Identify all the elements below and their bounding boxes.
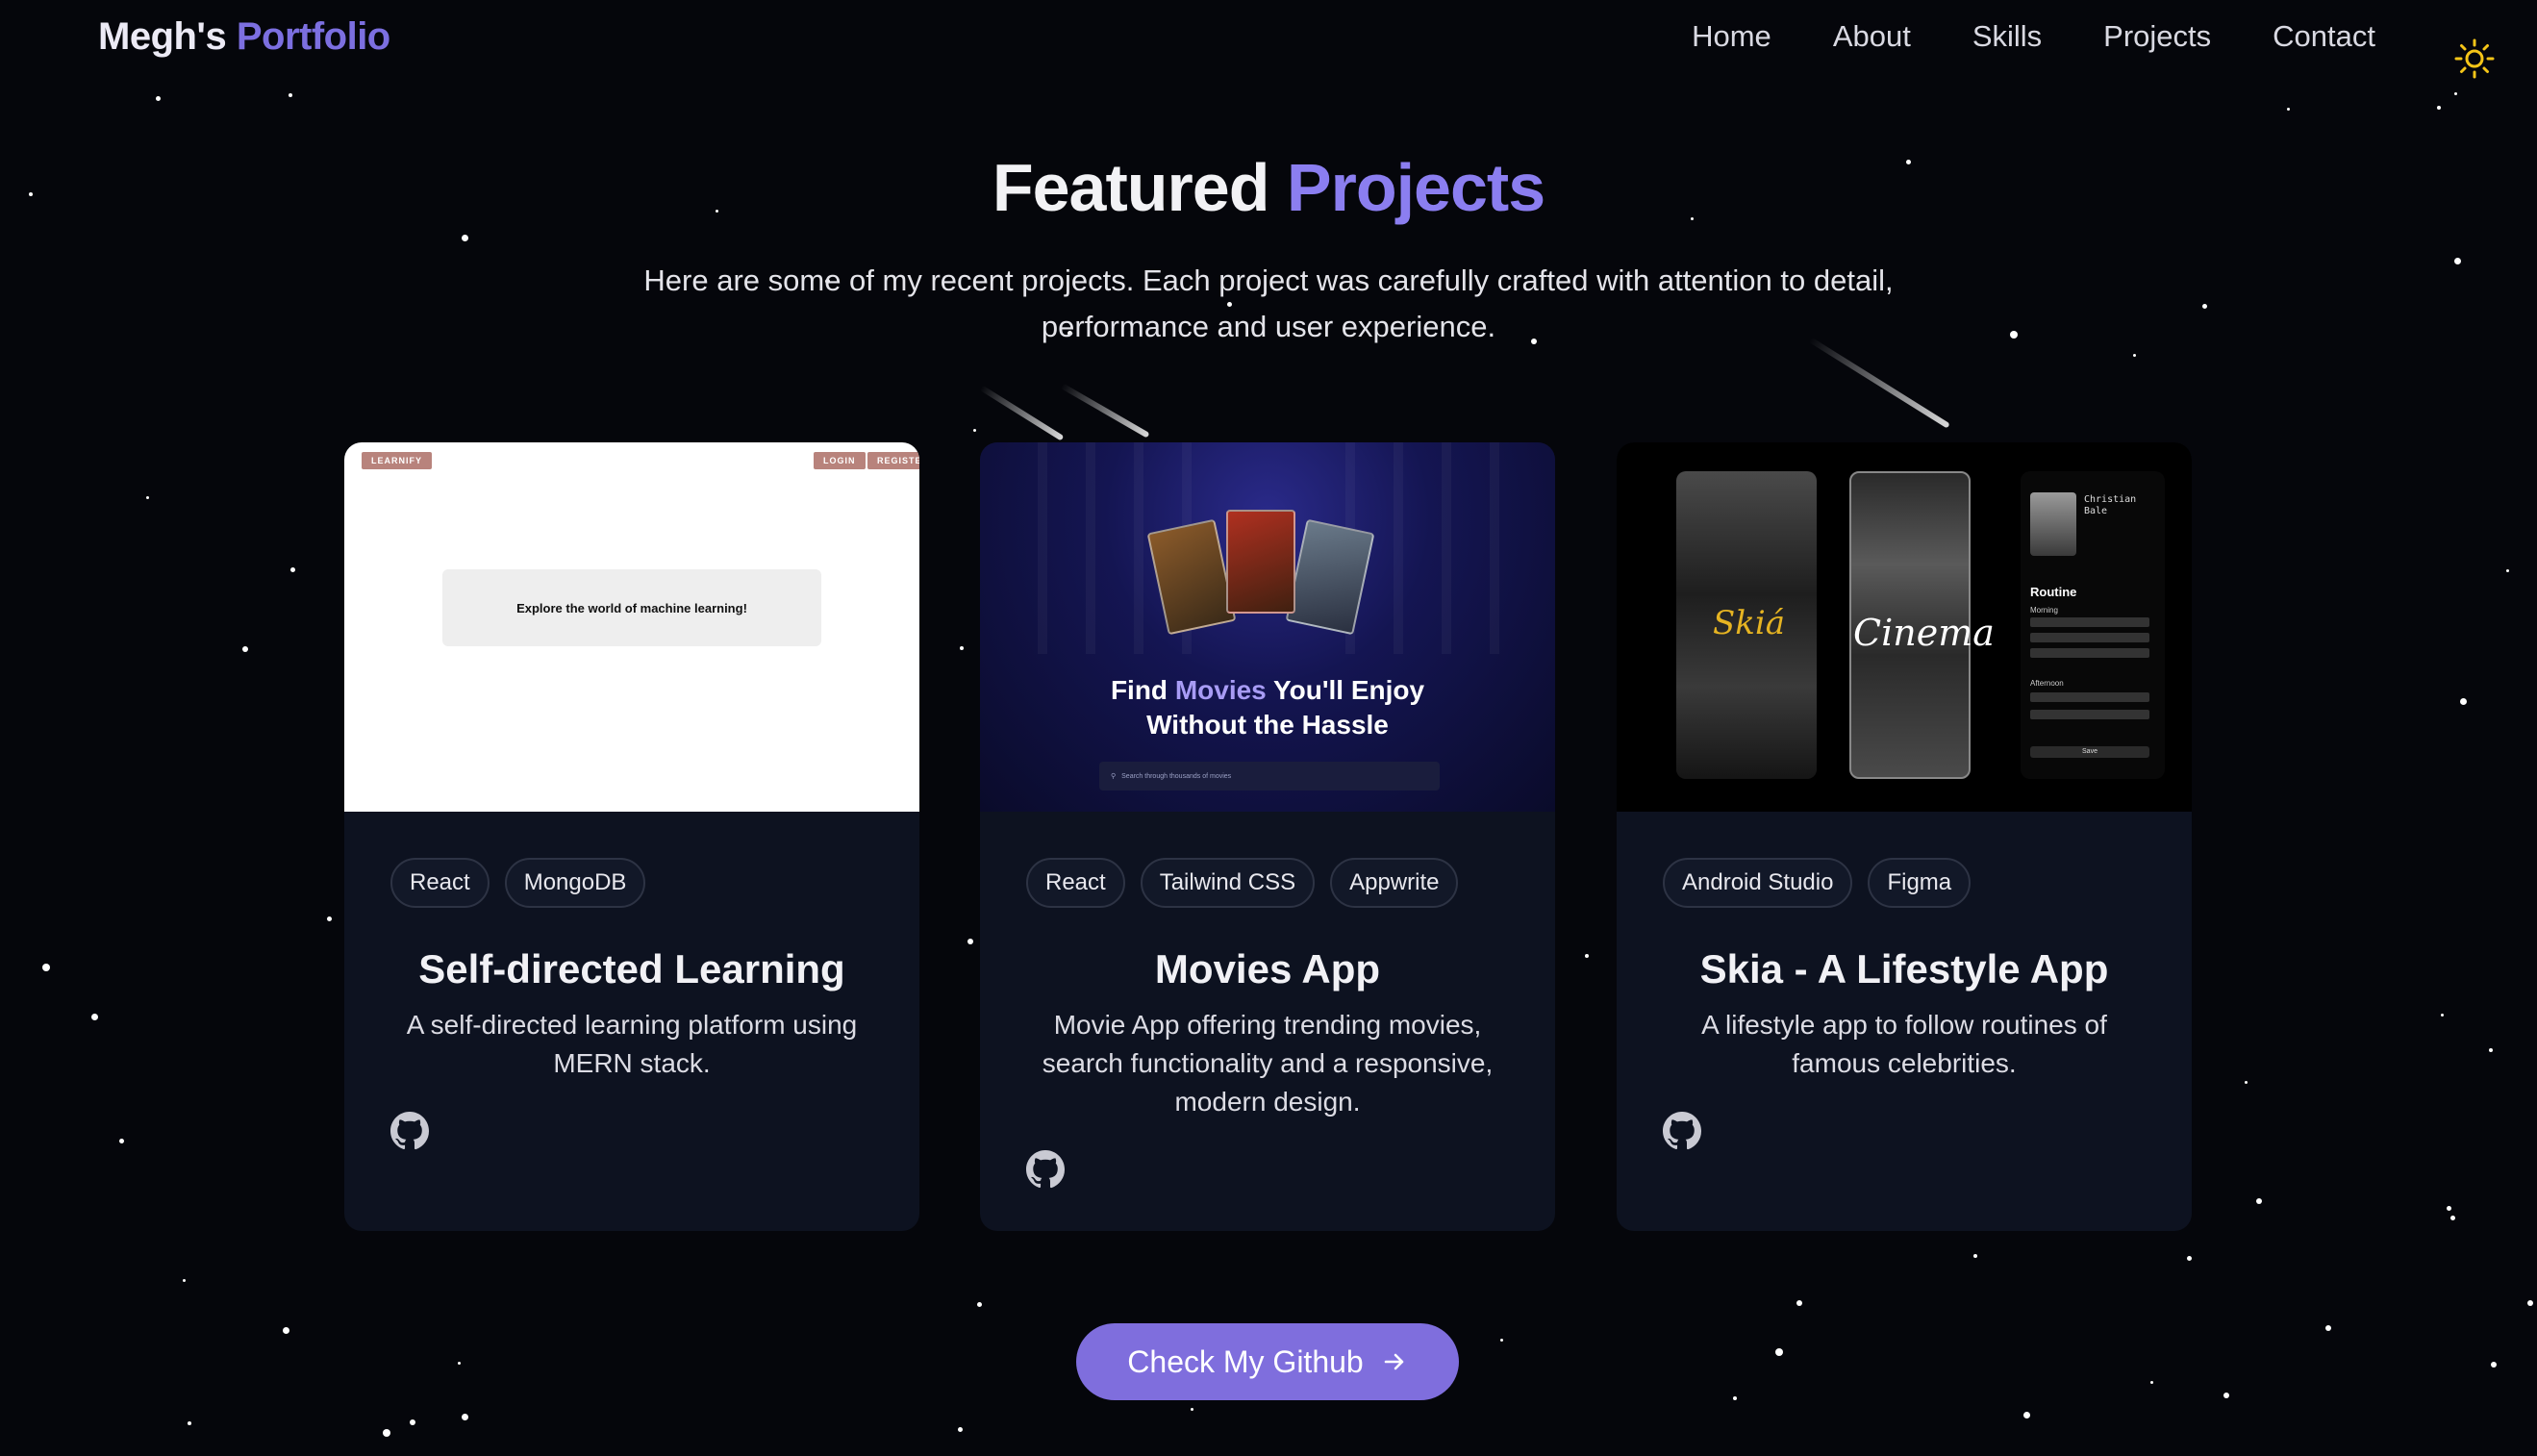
navbar: Megh's Portfolio Home About Skills Proje… xyxy=(0,0,2537,87)
preview-celeb-name: Christian Bale xyxy=(2084,494,2137,516)
tag: React xyxy=(1026,858,1125,908)
card-body: React Tailwind CSS Appwrite Movies App M… xyxy=(980,858,1555,1189)
tag-list: React Tailwind CSS Appwrite xyxy=(1026,858,1509,908)
nav-link-contact[interactable]: Contact xyxy=(2273,19,2375,54)
tag: Figma xyxy=(1868,858,1972,908)
cta-label: Check My Github xyxy=(1127,1343,1364,1379)
arrow-right-icon xyxy=(1384,1353,1404,1370)
project-description: A self-directed learning platform using … xyxy=(406,1010,858,1078)
tag: Tailwind CSS xyxy=(1140,858,1316,908)
project-description: Movie App offering trending movies, sear… xyxy=(1042,1010,1494,1117)
nav-link-about[interactable]: About xyxy=(1833,19,1911,54)
project-preview-image: Skiá Cinema Christian Bale Routine Morni… xyxy=(1617,442,2192,812)
preview-save: Save xyxy=(2030,746,2149,758)
logo-name: Megh's xyxy=(98,15,227,58)
preview-heading: Find Movies You'll Enjoy Without the Has… xyxy=(1110,675,1425,740)
tag-list: React MongoDB xyxy=(390,858,873,908)
section-title: Featured Projects xyxy=(0,149,2537,226)
tag: Appwrite xyxy=(1330,858,1459,908)
section-subtitle: Here are some of my recent projects. Eac… xyxy=(643,264,1894,343)
github-link[interactable] xyxy=(390,1112,430,1150)
tag-list: Android Studio Figma xyxy=(1663,858,2146,908)
site-logo[interactable]: Megh's Portfolio xyxy=(98,15,390,59)
preview-hero-text: Explore the world of machine learning! xyxy=(442,569,821,646)
search-icon: ⚲ xyxy=(1111,773,1117,780)
preview-search-placeholder: Search through thousands of movies xyxy=(1121,772,1232,780)
nav-link-projects[interactable]: Projects xyxy=(2103,19,2211,54)
preview-register: REGISTER xyxy=(867,452,919,469)
project-preview-image: LEARNIFY LOGIN REGISTER Explore the worl… xyxy=(344,442,919,812)
preview-logo: LEARNIFY xyxy=(362,452,432,469)
theme-toggle-button[interactable] xyxy=(2452,37,2497,81)
project-card-skia: Skiá Cinema Christian Bale Routine Morni… xyxy=(1617,442,2192,1231)
section-title-main: Featured xyxy=(992,150,1270,225)
project-card-movies: Find Movies You'll Enjoy Without the Has… xyxy=(980,442,1555,1231)
project-description: A lifestyle app to follow routines of fa… xyxy=(1701,1010,2107,1078)
github-link[interactable] xyxy=(1026,1150,1066,1189)
preview-brand: Skiá xyxy=(1713,604,1786,642)
logo-accent: Portfolio xyxy=(236,15,390,58)
github-icon xyxy=(390,1112,430,1150)
tag: MongoDB xyxy=(504,858,646,908)
preview-search-bar: ⚲ Search through thousands of movies xyxy=(1099,762,1440,791)
preview-morning: Morning xyxy=(2030,606,2058,615)
project-preview-image: Find Movies You'll Enjoy Without the Has… xyxy=(980,442,1555,812)
nav-link-home[interactable]: Home xyxy=(1692,19,1771,54)
check-github-button[interactable]: Check My Github xyxy=(1076,1323,1459,1400)
preview-afternoon: Afternoon xyxy=(2030,679,2064,688)
project-title: Self-directed Learning xyxy=(418,946,845,992)
section-title-accent: Projects xyxy=(1286,150,1545,225)
preview-login: LOGIN xyxy=(814,452,866,469)
sun-icon xyxy=(2454,38,2495,79)
project-title: Movies App xyxy=(1154,946,1381,992)
preview-routine: Routine xyxy=(2030,585,2077,599)
card-body: React MongoDB Self-directed Learning A s… xyxy=(344,858,919,1150)
tag: React xyxy=(390,858,490,908)
preview-cinema: Cinema xyxy=(1853,612,1995,654)
github-icon xyxy=(1663,1112,1702,1150)
project-card-learning: LEARNIFY LOGIN REGISTER Explore the worl… xyxy=(344,442,919,1231)
github-link[interactable] xyxy=(1663,1112,1702,1150)
project-title: Skia - A Lifestyle App xyxy=(1699,946,2109,992)
nav-link-skills[interactable]: Skills xyxy=(1972,19,2042,54)
nav-links: Home About Skills Projects Contact xyxy=(1692,19,2375,54)
tag: Android Studio xyxy=(1663,858,1853,908)
github-icon xyxy=(1026,1150,1066,1189)
card-body: Android Studio Figma Skia - A Lifestyle … xyxy=(1617,858,2192,1150)
